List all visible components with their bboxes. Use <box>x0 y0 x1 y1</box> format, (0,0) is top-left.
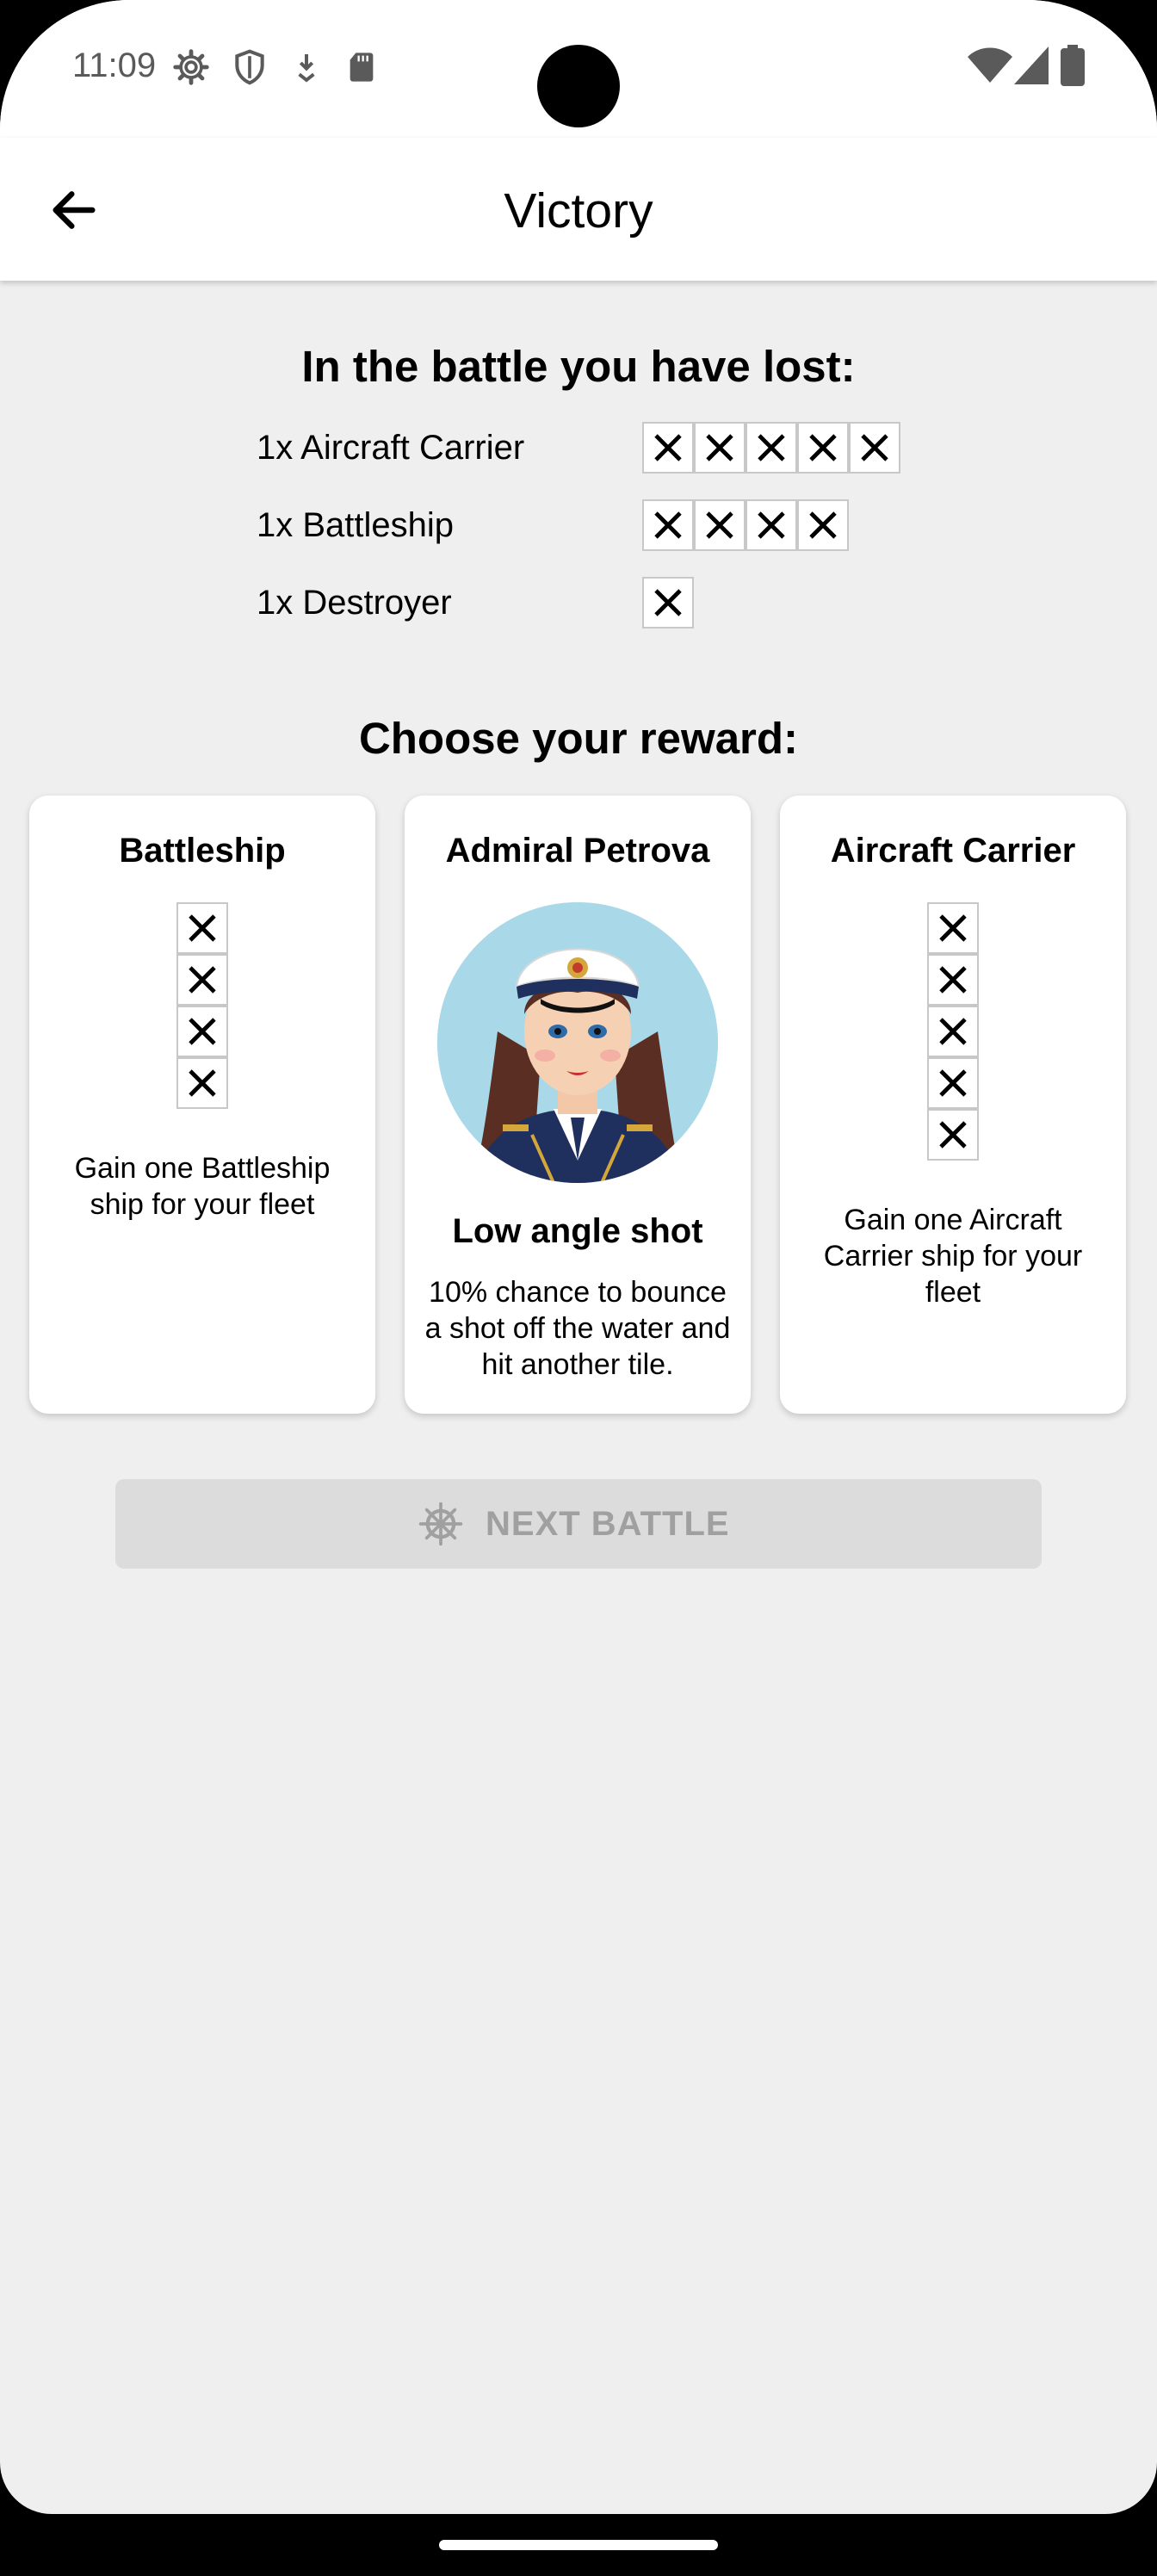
ship-cell <box>927 902 979 954</box>
reward-card-admiral[interactable]: Admiral Petrova Low angle shot 10% chanc… <box>405 796 751 1414</box>
hit-cell <box>642 422 694 474</box>
admiral-illustration <box>437 902 718 1183</box>
battery-icon <box>1061 45 1085 86</box>
hit-cell <box>694 422 746 474</box>
next-battle-label: NEXT BATTLE <box>486 1505 730 1543</box>
wifi-icon <box>968 47 1012 83</box>
loss-label: 1x Aircraft Carrier <box>257 429 525 467</box>
ship-cell <box>176 1057 228 1109</box>
screen: 11:09 Victory In the battle you have los… <box>0 0 1157 2514</box>
shield-icon <box>235 49 264 85</box>
ship-cell <box>176 902 228 954</box>
ship-cells <box>642 422 900 474</box>
x-mark-icon <box>809 511 837 539</box>
x-mark-icon <box>758 434 785 461</box>
rewards-heading: Choose your reward: <box>358 714 799 763</box>
losses-heading: In the battle you have lost: <box>301 342 856 391</box>
reward-title: Battleship <box>119 832 286 870</box>
ship-cell <box>927 1057 979 1109</box>
reward-skill: Low angle shot <box>452 1212 703 1250</box>
status-bar: 11:09 <box>0 0 1157 138</box>
next-battle-button[interactable]: NEXT BATTLE <box>115 1479 1042 1569</box>
x-mark-icon <box>706 434 733 461</box>
reward-card-battleship[interactable]: Battleship Gain one Battleship ship for … <box>29 796 375 1414</box>
ship-cells <box>176 902 228 1109</box>
hit-cell <box>746 422 797 474</box>
reward-title: Aircraft Carrier <box>830 832 1076 870</box>
x-mark-icon <box>654 589 682 616</box>
x-mark-icon <box>861 434 888 461</box>
admiral-portrait <box>437 902 718 1183</box>
x-mark-icon <box>939 1069 967 1097</box>
gesture-nav-bar[interactable] <box>439 2540 718 2550</box>
x-mark-icon <box>706 511 733 539</box>
x-mark-icon <box>189 966 216 994</box>
x-mark-icon <box>939 1018 967 1045</box>
hit-cell <box>797 499 849 551</box>
reward-title: Admiral Petrova <box>445 832 710 870</box>
x-mark-icon <box>939 966 967 994</box>
settings-icon <box>173 49 209 85</box>
hit-cell <box>694 499 746 551</box>
signal-icon <box>1014 46 1049 84</box>
ship-cells <box>927 902 979 1161</box>
x-mark-icon <box>189 1018 216 1045</box>
x-mark-icon <box>809 434 837 461</box>
hit-cell <box>642 577 694 629</box>
reward-description: 10% chance to bounce a shot off the wate… <box>424 1276 731 1381</box>
reward-card-aircraft-carrier[interactable]: Aircraft Carrier Gain one Aircraft Carri… <box>780 796 1126 1414</box>
ship-cell <box>927 1006 979 1057</box>
ship-cell <box>176 1006 228 1057</box>
download-icon <box>298 54 315 83</box>
x-mark-icon <box>654 511 682 539</box>
reward-description: Gain one Aircraft Carrier ship for your … <box>823 1204 1083 1309</box>
ship-cell <box>927 954 979 1006</box>
x-mark-icon <box>189 914 216 942</box>
x-mark-icon <box>758 511 785 539</box>
hit-cell <box>746 499 797 551</box>
loss-label: 1x Battleship <box>257 506 455 544</box>
reward-description: Gain one Battleship ship for your fleet <box>74 1152 331 1221</box>
ship-cells <box>642 577 694 629</box>
x-mark-icon <box>939 914 967 942</box>
hit-cell <box>849 422 900 474</box>
front-camera <box>537 45 620 127</box>
page-title: Victory <box>504 183 653 238</box>
x-mark-icon <box>189 1069 216 1097</box>
hit-cell <box>642 499 694 551</box>
sd-card-icon <box>350 53 374 82</box>
ship-wheel-icon <box>418 1502 463 1546</box>
status-time: 11:09 <box>72 46 157 84</box>
x-mark-icon <box>939 1121 967 1149</box>
loss-label: 1x Destroyer <box>257 584 452 622</box>
x-mark-icon <box>654 434 682 461</box>
app-bar: Victory <box>0 138 1157 281</box>
hit-cell <box>797 422 849 474</box>
ship-cell <box>176 954 228 1006</box>
ship-cells <box>642 499 849 551</box>
ship-cell <box>927 1109 979 1161</box>
